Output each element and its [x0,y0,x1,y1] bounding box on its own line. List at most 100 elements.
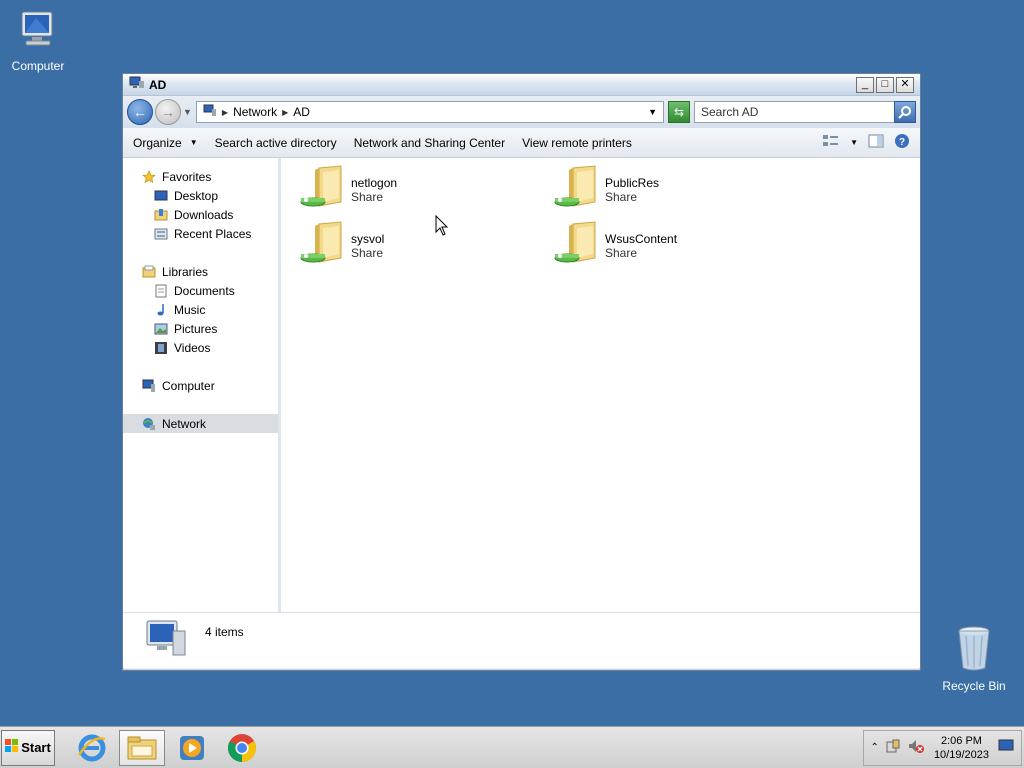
address-bar[interactable]: ▶ Network ▶ AD ▼ [195,101,664,123]
clock[interactable]: 2:06 PM 10/19/2023 [934,734,989,762]
close-button[interactable]: ✕ [896,76,914,93]
address-dropdown-icon[interactable]: ▼ [648,107,657,117]
file-list: netlogon Share PublicRes Share sysvol Share Ws… [281,158,920,612]
shared-folder-icon [299,220,347,268]
share-type: Share [605,190,638,204]
volume-muted-icon[interactable] [907,738,925,757]
desktop-recycle-bin[interactable]: Recycle Bin [936,624,1012,693]
breadcrumb-separator-icon[interactable]: ▶ [282,108,288,117]
nav-music[interactable]: Music [123,300,278,319]
nav-downloads-label: Downloads [174,207,234,222]
shared-folder-icon [299,164,347,212]
close-icon: ✕ [900,78,910,90]
nav-computer[interactable]: Computer [123,376,278,395]
internet-explorer-icon [77,734,106,761]
maximize-button[interactable]: □ [876,76,894,93]
share-name: WsusContent [605,232,678,246]
search-placeholder: Search AD [701,105,759,119]
nav-pictures-label: Pictures [174,321,218,336]
back-button[interactable]: ← [127,99,153,125]
item-count: 4 items [205,625,244,639]
forward-button[interactable]: → [155,99,181,125]
share-item[interactable]: sysvol Share [299,220,384,268]
address-row: ← → ▼ ▶ Network ▶ AD ▼ ⇆ Search AD [123,96,920,128]
nav-network[interactable]: Network [123,414,278,433]
folder-icon [127,736,157,759]
recent-places-icon [153,226,169,242]
start-label: Start [21,740,51,755]
refresh-button[interactable]: ⇆ [668,101,690,123]
nav-recent-label: Recent Places [174,226,252,241]
taskbar: Start ⌃ 2:06 PM 10/19/2023 [0,726,1024,768]
network-icon [129,76,145,93]
nav-recent-places[interactable]: Recent Places [123,224,278,243]
taskbar-internet-explorer[interactable] [69,730,115,766]
nav-pictures[interactable]: Pictures [123,319,278,338]
desktop-icon [153,188,169,204]
network-sharing-button[interactable]: Network and Sharing Center [354,136,505,150]
desktop-computer-icon[interactable]: Computer [0,8,76,73]
history-dropdown-icon[interactable]: ▼ [183,107,192,117]
nav-network-label: Network [162,416,207,431]
videos-icon [153,340,169,356]
share-type: Share [351,246,384,260]
minimize-icon: _ [861,78,869,90]
breadcrumb-separator-icon[interactable]: ▶ [222,108,228,117]
breadcrumb-network[interactable]: Network [233,105,277,119]
clock-time: 2:06 PM [940,734,982,747]
back-arrow-icon: ← [133,104,147,120]
breadcrumb-ad[interactable]: AD [293,105,310,119]
shared-folder-icon [553,164,601,212]
taskbar-media-player[interactable] [169,730,215,766]
window-title: AD [149,77,167,92]
details-pane: 4 items [123,612,920,668]
share-type: Share [351,190,384,204]
help-icon[interactable]: ? [894,133,910,152]
nav-downloads[interactable]: Downloads [123,205,278,224]
explorer-body: Favorites Desktop Downloads Recent Place… [123,158,920,612]
nav-libraries[interactable]: Libraries [123,262,278,281]
nav-documents[interactable]: Documents [123,281,278,300]
search-icon [898,106,911,119]
nav-libraries-label: Libraries [162,264,209,279]
share-item[interactable]: netlogon Share [299,164,397,212]
nav-music-label: Music [174,302,206,317]
network-icon [203,104,217,121]
search-input[interactable]: Search AD [694,101,916,123]
nav-videos-label: Videos [174,340,211,355]
share-item[interactable]: WsusContent Share [553,220,677,268]
star-icon [141,169,157,185]
taskbar-explorer[interactable] [119,729,165,766]
libraries-icon [141,264,157,280]
minimize-button[interactable]: _ [856,76,874,93]
title-bar[interactable]: AD _ □ ✕ [123,74,920,96]
taskbar-chrome[interactable] [219,730,265,766]
show-hidden-icons-icon[interactable]: ⌃ [871,742,879,753]
organize-button[interactable]: Organize ▼ [133,136,198,150]
search-button[interactable] [894,101,916,123]
action-center-icon[interactable] [885,738,901,757]
share-type: Share [605,246,638,260]
maximize-icon: □ [881,78,889,90]
start-button[interactable]: Start [1,729,55,766]
computer-icon [143,617,189,662]
chrome-icon [228,733,256,762]
view-dropdown-icon[interactable]: ▼ [850,138,858,147]
show-desktop-icon[interactable] [998,739,1014,756]
nav-desktop[interactable]: Desktop [123,186,278,205]
system-tray: ⌃ 2:06 PM 10/19/2023 [862,729,1022,766]
chevron-down-icon: ▼ [189,138,198,147]
preview-pane-icon[interactable] [868,134,884,151]
search-ad-button[interactable]: Search active directory [215,136,337,150]
view-printers-button[interactable]: View remote printers [522,136,632,150]
view-options-icon[interactable] [822,134,840,151]
windows-logo-icon [5,739,19,756]
share-item[interactable]: PublicRes Share [553,164,659,212]
nav-favorites[interactable]: Favorites [123,167,278,186]
nav-videos[interactable]: Videos [123,338,278,357]
command-bar: Organize ▼ Search active directory Netwo… [123,128,920,158]
downloads-folder-icon [153,207,169,223]
desktop-computer-label: Computer [11,59,65,73]
nav-desktop-label: Desktop [174,188,219,203]
share-name: netlogon [351,176,398,190]
